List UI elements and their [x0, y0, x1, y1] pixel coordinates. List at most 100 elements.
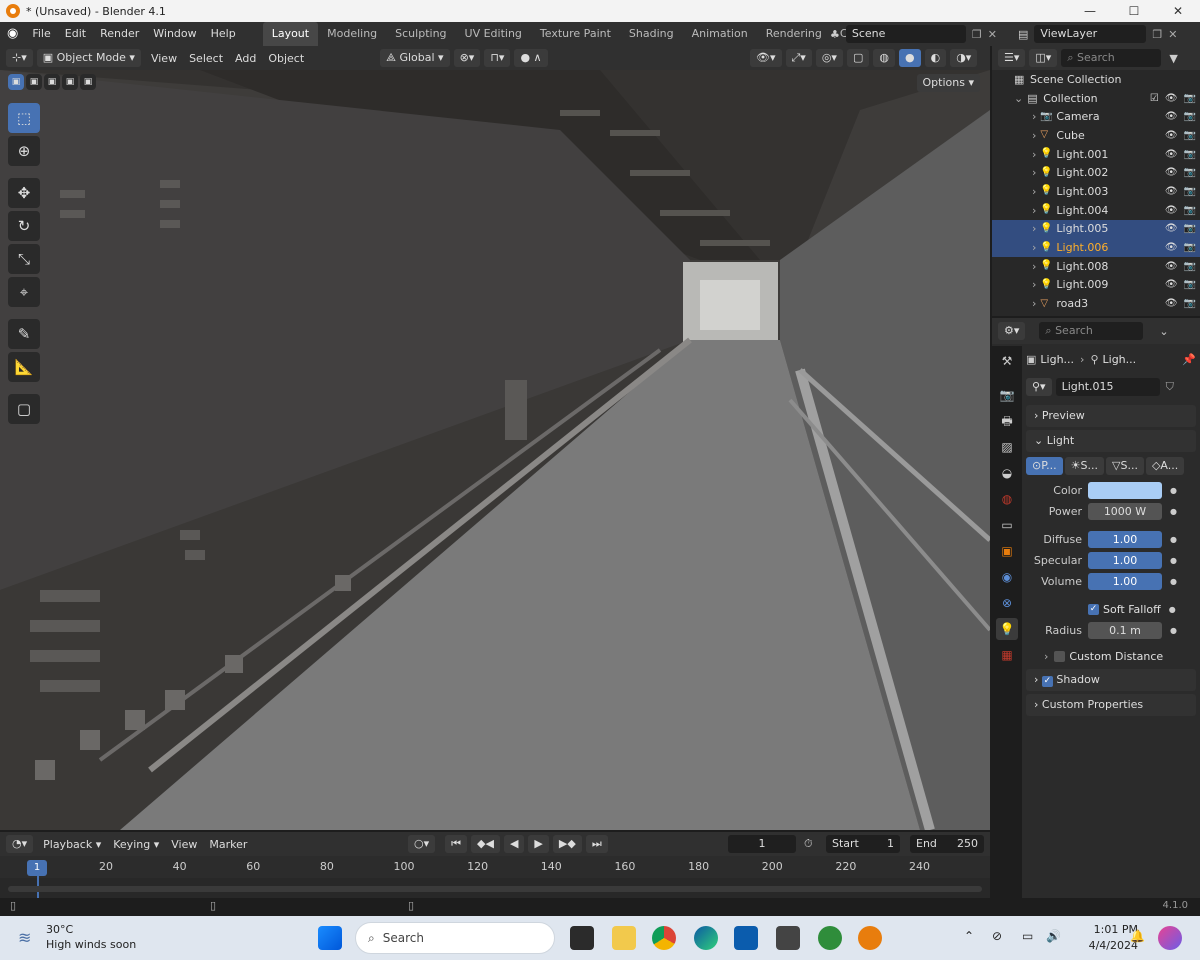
chevron-right-icon[interactable]: › — [1032, 110, 1036, 123]
collection-tab-icon[interactable]: ▭ — [996, 514, 1018, 536]
properties-editor-type-icon[interactable]: ⚙▾ — [998, 322, 1026, 340]
output-tab-icon[interactable]: 🖶 — [996, 410, 1018, 432]
chevron-right-icon[interactable]: › — [1032, 148, 1036, 161]
timeline-editor-type-icon[interactable]: ◔▾ — [6, 835, 34, 853]
chevron-right-icon[interactable]: › — [1032, 278, 1036, 291]
tab-shading[interactable]: Shading — [620, 22, 683, 46]
task-view-icon[interactable] — [570, 926, 594, 950]
chrome-icon[interactable] — [652, 926, 676, 950]
light-panel-header[interactable]: ⌄ Light — [1026, 430, 1196, 452]
overlay-icon[interactable]: ◎▾ — [815, 49, 843, 67]
cursor-tool-icon[interactable]: ⊕ — [8, 136, 40, 166]
render-camera-icon[interactable]: 📷 — [1184, 279, 1196, 290]
timeline-scrollbar[interactable] — [8, 886, 982, 892]
tab-sculpting[interactable]: Sculpting — [386, 22, 455, 46]
jump-end-icon[interactable]: ⏭ — [585, 835, 608, 853]
add-cube-tool-icon[interactable]: ▢ — [8, 394, 40, 424]
outliner-item[interactable]: › 💡 Light.002 👁 📷 — [992, 163, 1200, 182]
tab-animation[interactable]: Animation — [683, 22, 757, 46]
keyframe-dot-icon[interactable]: ● — [1170, 577, 1177, 586]
render-camera-icon[interactable]: 📷 — [1184, 242, 1196, 253]
chevron-down-icon[interactable]: ⌄ — [1014, 92, 1023, 105]
tab-modeling[interactable]: Modeling — [318, 22, 386, 46]
edge-icon[interactable] — [694, 926, 718, 950]
chevron-right-icon[interactable]: › — [1032, 297, 1036, 310]
outliner-collection[interactable]: ⌄ ▤ Collection ☑ 👁 📷 — [992, 89, 1200, 108]
chevron-right-icon[interactable]: › — [1032, 222, 1036, 235]
render-camera-icon[interactable]: 📷 — [1184, 186, 1196, 197]
render-camera-icon[interactable]: 📷 — [1184, 130, 1196, 141]
render-camera-icon[interactable]: 📷 — [1184, 149, 1196, 160]
light-browse-icon[interactable]: ⚲▾ — [1026, 378, 1052, 396]
gizmo-icon[interactable]: ⤢▾ — [785, 49, 812, 67]
light-type-area[interactable]: ◇A... — [1145, 457, 1185, 475]
power-field[interactable]: 1000 W — [1088, 502, 1162, 520]
shading-wireframe-icon[interactable]: ◍ — [873, 49, 895, 67]
outliner-search-input[interactable]: ⌕ Search — [1061, 49, 1162, 67]
radius-field[interactable]: 0.1 m — [1088, 621, 1162, 639]
volume-field[interactable]: 1.00 — [1088, 572, 1162, 590]
select-mode-subtract-icon[interactable]: ▣ — [44, 74, 60, 90]
timeline-menu-view[interactable]: View — [165, 838, 203, 851]
chevron-right-icon[interactable]: › — [1032, 185, 1036, 198]
start-button-icon[interactable] — [318, 926, 342, 950]
store-icon[interactable] — [734, 926, 758, 950]
render-camera-icon[interactable]: 📷 — [1184, 111, 1196, 122]
visibility-eye-icon[interactable]: 👁 — [1165, 167, 1178, 178]
display-mode-icon[interactable]: ◫▾ — [1029, 49, 1058, 67]
transform-tool-icon[interactable]: ⌖ — [8, 277, 40, 307]
prev-keyframe-icon[interactable]: ◆◀ — [471, 835, 500, 853]
chevron-right-icon[interactable]: › — [1032, 241, 1036, 254]
menu-render[interactable]: Render — [93, 22, 146, 46]
diffuse-field[interactable]: 1.00 — [1088, 530, 1162, 548]
3d-viewport[interactable]: ▣ ▣ ▣ ▣ ▣ Options ▾ — [0, 70, 990, 830]
scene-selector[interactable]: Scene — [845, 25, 966, 43]
outliner-item[interactable]: › 💡 Light.009 👁 📷 — [992, 276, 1200, 295]
render-camera-icon[interactable]: 📷 — [1184, 261, 1196, 272]
select-mode-new-icon[interactable]: ▣ — [8, 74, 24, 90]
outliner-item[interactable]: › 💡 Light.001 👁 📷 — [992, 145, 1200, 164]
xray-icon[interactable]: ▢ — [846, 49, 870, 67]
view-layer-icon[interactable]: ▤ — [1018, 28, 1028, 41]
measure-tool-icon[interactable]: 📐 — [8, 352, 40, 382]
render-camera-icon[interactable]: 📷 — [1184, 223, 1196, 234]
viewport-menu-view[interactable]: View — [145, 52, 183, 65]
outliner-item[interactable]: › 💡 Light.004 👁 📷 — [992, 201, 1200, 220]
visibility-eye-icon[interactable]: 👁 — [1165, 130, 1178, 141]
object-mode-dropdown[interactable]: ▣ Object Mode ▾ — [36, 49, 141, 67]
delete-view-layer-icon[interactable]: ✕ — [1168, 28, 1177, 41]
properties-chevron-icon[interactable]: ⌄ — [1159, 325, 1168, 338]
view-layer-tab-icon[interactable]: ▨ — [996, 436, 1018, 458]
visibility-eye-icon[interactable]: 👁 — [1165, 223, 1178, 234]
notification-bell-icon[interactable]: 🔔 — [1130, 929, 1145, 943]
rotate-tool-icon[interactable]: ↻ — [8, 211, 40, 241]
volume-icon[interactable]: 🔊 — [1046, 929, 1061, 943]
tab-rendering[interactable]: Rendering — [757, 22, 831, 46]
play-reverse-icon[interactable]: ◀ — [503, 835, 525, 853]
keyframe-dot-icon[interactable]: ● — [1170, 507, 1177, 516]
display-icon[interactable]: ▭ — [1022, 929, 1033, 943]
render-camera-icon[interactable]: 📷 — [1184, 205, 1196, 216]
pin-icon[interactable]: 📌 — [1182, 353, 1196, 366]
tool-tab-icon[interactable]: ⚒ — [996, 350, 1018, 372]
shadow-checkbox[interactable]: ✓ — [1041, 676, 1053, 687]
outliner-scene-collection[interactable]: ▦ Scene Collection — [992, 70, 1200, 89]
object-tab-icon[interactable]: ▣ — [996, 540, 1018, 562]
viewport-menu-select[interactable]: Select — [183, 52, 229, 65]
shading-solid-icon[interactable]: ● — [898, 49, 921, 67]
outliner-item[interactable]: › 💡 Light.006 👁 📷 — [992, 238, 1200, 257]
scene-icon[interactable]: ♣ — [830, 28, 840, 41]
timeline-menu-marker[interactable]: Marker — [203, 838, 253, 851]
play-icon[interactable]: ▶ — [528, 835, 549, 853]
properties-search-input[interactable]: ⌕ Search — [1039, 322, 1144, 340]
options-dropdown[interactable]: Options ▾ — [916, 74, 980, 92]
color-swatch[interactable] — [1088, 481, 1162, 499]
move-tool-icon[interactable]: ✥ — [8, 178, 40, 208]
new-view-layer-icon[interactable]: ❐ — [1152, 28, 1162, 41]
timeline-menu-keying[interactable]: Keying ▾ — [107, 838, 165, 851]
custom-distance-subpanel[interactable]: › Custom Distance — [1026, 646, 1196, 666]
keyframe-dot-icon[interactable]: ● — [1170, 535, 1177, 544]
proportional-edit-icon[interactable]: ● ∧ — [514, 49, 548, 67]
taskbar-search-input[interactable]: ⌕ Search — [355, 922, 555, 954]
jump-start-icon[interactable]: ⏮ — [445, 835, 468, 853]
